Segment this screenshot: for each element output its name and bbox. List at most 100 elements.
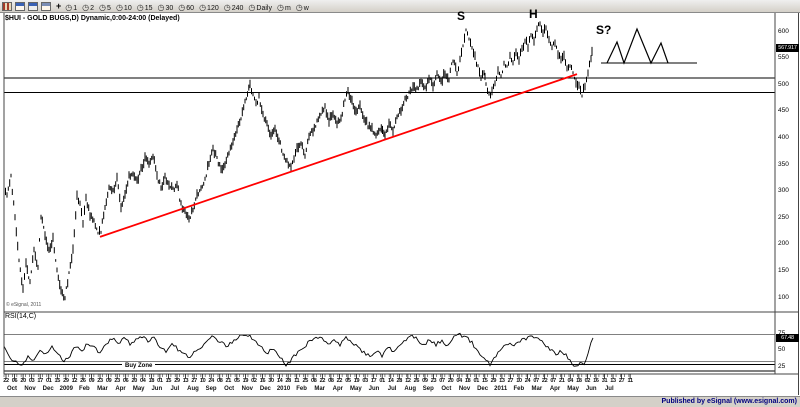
month-label: Dec [42,386,54,392]
date-tick-label: 11 [294,378,300,384]
month-label: Apr [115,386,126,392]
month-label: May [350,386,362,392]
month-label: Mar [314,386,326,392]
date-tick-label: 12 [405,378,411,384]
month-label: Dec [477,386,489,392]
month-label: Feb [513,386,525,392]
price-tick-label: 300 [778,187,789,195]
month-label: Oct [441,386,452,392]
price-tick-label: 450 [778,107,789,115]
price-tick-label: 350 [778,160,789,168]
projected-shoulder-annotation[interactable]: S? [596,23,611,37]
date-tick-label: 08 [311,378,317,384]
uptrend-line[interactable] [99,73,578,238]
date-tick-label: 19 [353,378,360,384]
footer-strip: Published by eSignal (www.esignal.com) [0,396,800,407]
date-tick-label: 14 [387,378,394,384]
date-tick-label: 10 [516,378,522,384]
date-tick-label: 23 [97,378,103,384]
date-tick-label: 29 [174,378,180,384]
date-tick-label: 19 [242,378,249,384]
date-tick-label: 23 [114,378,120,384]
date-tick-label: 27 [507,378,514,384]
chart-canvas[interactable] [0,0,800,407]
month-label: Jul [170,386,180,392]
date-tick-label: 07 [533,378,539,384]
date-tick-label: 09 [422,378,428,384]
price-bars-series[interactable] [3,21,593,301]
month-label: Jun [368,386,380,392]
month-label: Nov [458,386,471,392]
month-label: Apr [332,386,343,392]
date-tick-label: 27 [191,378,197,384]
date-tick-label: 29 [490,378,497,384]
date-tick-label: 09 [88,378,95,384]
month-label: Jul [387,386,397,392]
date-tick-label: 15 [165,378,172,384]
date-tick-label: 21 [225,378,232,384]
price-tick-label: 500 [778,80,789,88]
date-tick-label: 16 [259,378,266,384]
price-tick-label: 400 [778,133,789,141]
date-tick-label: 22 [541,378,548,384]
date-tick-label: 05 [345,378,351,384]
date-tick-label: 01 [379,378,385,384]
month-label: Nov [241,386,253,392]
price-tick-label: 200 [778,240,789,248]
month-label: 2010 [276,386,291,392]
date-tick-label: 02 [251,378,257,384]
head-annotation[interactable]: H [529,7,538,21]
month-label: May [132,386,145,392]
month-label: May [567,386,579,392]
date-tick-label: 17 [37,378,43,384]
date-tick-label: 06 [11,378,18,384]
date-tick-label: 21 [558,378,565,384]
date-tick-label: 08 [328,378,334,384]
date-tick-label: 30 [268,378,274,384]
date-tick-label: 03 [362,378,368,384]
price-tick-label: 550 [778,54,789,62]
date-tick-label: 05 [234,378,240,384]
date-tick-label: 22 [319,378,326,384]
date-tick-label: 11 [627,378,634,384]
esignal-copyright: © eSignal, 2011 [6,302,42,308]
month-label: Mar [97,386,108,392]
date-tick-label: 28 [396,378,403,384]
date-tick-label: 02 [584,378,591,384]
buy-zone-annotation[interactable]: Buy Zone [122,363,156,370]
date-tick-label: 22 [3,378,9,384]
zigzag-pattern-sketch[interactable] [606,27,669,65]
month-label: Feb [296,386,307,392]
date-tick-label: 13 [610,378,616,384]
price-tick-label: 250 [778,213,789,221]
rsi-study-label[interactable]: RSI(14,C) [5,313,36,320]
date-tick-label: 25 [302,378,309,384]
date-tick-label: 31 [601,378,608,384]
date-tick-label: 20 [131,378,138,384]
rsi-tick-label: 50 [778,346,786,353]
month-label: 2011 [494,386,508,392]
date-tick-label: 27 [618,378,625,384]
month-label: Oct [6,386,18,392]
date-tick-label: 03 [28,378,35,384]
price-tick-label: 100 [778,293,789,301]
esignal-chart-window: { "toolbar": { "window_icons": ["chart-g… [0,0,800,407]
month-label: Apr [549,386,561,392]
date-tick-label: 24 [524,378,531,384]
publisher-credit: Published by eSignal (www.esignal.com) [661,398,798,405]
month-label: 2009 [59,386,73,392]
price-tick-label: 600 [778,27,789,35]
date-tick-label: 29 [63,378,69,384]
date-tick-label: 01 [473,378,480,384]
rsi-tick-label: 25 [778,362,786,370]
month-label: Dec [259,386,271,392]
date-tick-label: 26 [413,378,420,384]
month-label: Jun [151,386,163,392]
chart-title: $HUI - GOLD BUGS,D) Dynamic,0:00-24:00 (… [5,15,180,22]
month-label: Sep [422,386,434,392]
month-label: Nov [24,386,36,392]
date-tick-label: 07 [550,378,556,384]
left-shoulder-annotation[interactable]: S [457,9,465,23]
date-tick-label: 08 [216,378,223,384]
date-tick-label: 13 [499,378,505,384]
